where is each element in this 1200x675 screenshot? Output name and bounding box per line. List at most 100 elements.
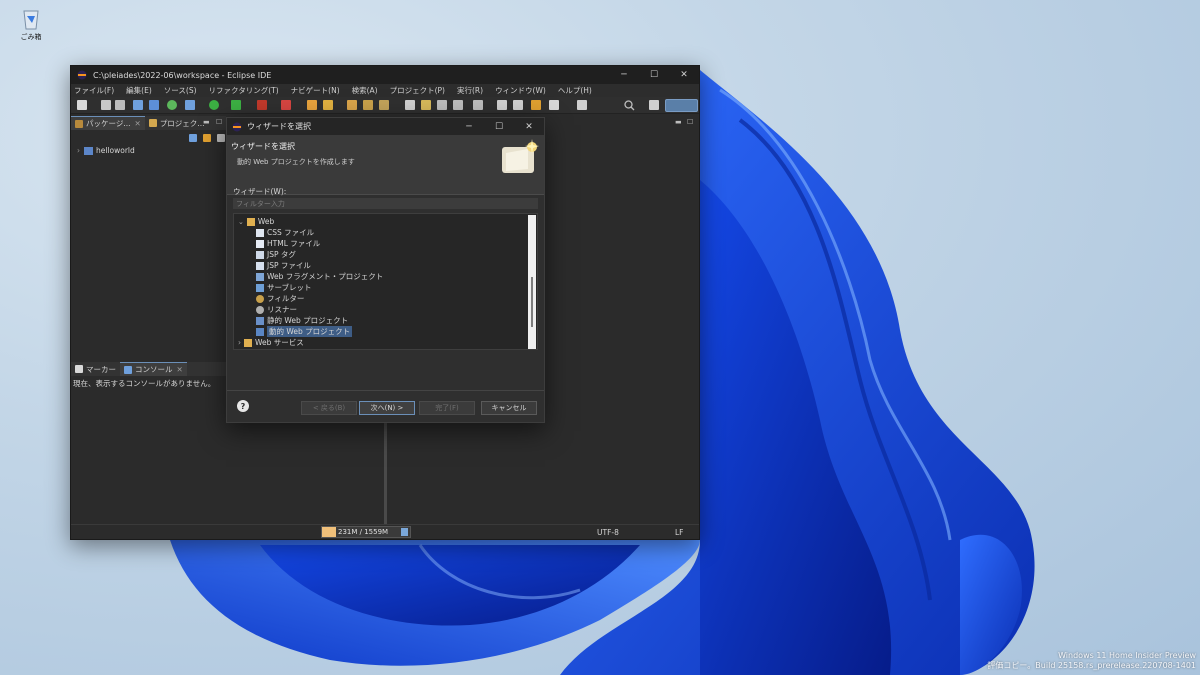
- chevron-down-icon[interactable]: ⌄: [238, 218, 244, 226]
- editor-minimize-icon[interactable]: ▬: [675, 118, 682, 126]
- chevron-right-icon[interactable]: ›: [77, 146, 80, 155]
- menu-search[interactable]: 検索(A): [352, 85, 378, 96]
- back-button[interactable]: < 戻る(B): [301, 401, 357, 415]
- heap-status[interactable]: 231M / 1559M: [321, 526, 411, 538]
- new-icon[interactable]: [77, 100, 87, 110]
- dialog-maximize-button[interactable]: ☐: [484, 118, 514, 135]
- list-item[interactable]: 静的 Web プロジェクト: [256, 315, 348, 326]
- run-icon[interactable]: [209, 100, 219, 110]
- open-perspective-icon[interactable]: [649, 100, 659, 110]
- gear-icon[interactable]: [149, 100, 159, 110]
- help-icon[interactable]: ?: [237, 400, 249, 412]
- project-name: helloworld: [96, 146, 135, 155]
- list-item-label: 静的 Web プロジェクト: [267, 316, 349, 325]
- back-arrow-icon[interactable]: [497, 100, 507, 110]
- menu-help[interactable]: ヘルプ(H): [558, 85, 592, 96]
- forward-arrow-icon[interactable]: [513, 100, 523, 110]
- chevron-right-icon[interactable]: ›: [238, 338, 241, 347]
- markers-icon: [75, 365, 83, 373]
- scrollbar-thumb[interactable]: [531, 277, 533, 327]
- list-item-label: CSS ファイル: [267, 228, 315, 237]
- terminal-icon[interactable]: [133, 100, 143, 110]
- os-watermark: Windows 11 Home Insider Preview 評価コピー。Bu…: [987, 651, 1196, 671]
- dialog-minimize-button[interactable]: ─: [454, 118, 484, 135]
- tab-project-explorer[interactable]: プロジェク...: [145, 116, 209, 130]
- view-menu-icon[interactable]: [217, 134, 225, 142]
- minimize-button[interactable]: ─: [609, 66, 639, 84]
- previous-annotation-icon[interactable]: [473, 100, 483, 110]
- filter-input[interactable]: [233, 198, 538, 209]
- new-java-project-icon[interactable]: [307, 100, 317, 110]
- menu-project[interactable]: プロジェクト(P): [390, 85, 445, 96]
- project-tree-item[interactable]: › helloworld: [77, 146, 135, 155]
- new-class-icon[interactable]: [347, 100, 357, 110]
- finish-button[interactable]: 完了(F): [419, 401, 475, 415]
- list-item[interactable]: Web フラグメント・プロジェクト: [256, 271, 383, 282]
- menu-navigate[interactable]: ナビゲート(N): [291, 85, 340, 96]
- eclipse-icon: [232, 122, 242, 131]
- menu-refactor[interactable]: リファクタリング(T): [209, 85, 279, 96]
- list-item[interactable]: JSP ファイル: [256, 260, 311, 271]
- collapse-all-icon[interactable]: [189, 134, 197, 142]
- pin-icon[interactable]: [437, 100, 447, 110]
- tree-group-label: Web: [257, 217, 275, 226]
- close-icon[interactable]: ✕: [177, 365, 183, 374]
- search-icon[interactable]: [624, 100, 635, 111]
- list-item[interactable]: CSS ファイル: [256, 227, 314, 238]
- navigate-forward-icon[interactable]: [549, 100, 559, 110]
- menu-source[interactable]: ソース(S): [164, 85, 197, 96]
- tree-scrollbar[interactable]: [528, 215, 536, 349]
- menu-edit[interactable]: 編集(E): [126, 85, 152, 96]
- recycle-bin[interactable]: ごみ箱: [14, 6, 48, 42]
- garbage-collect-icon[interactable]: [401, 528, 408, 536]
- project-explorer-icon: [148, 119, 157, 127]
- minimize-view-icon[interactable]: ▬: [203, 118, 210, 126]
- open-type-icon[interactable]: [363, 100, 373, 110]
- editor-maximize-icon[interactable]: ☐: [687, 118, 693, 126]
- maximize-view-icon[interactable]: ☐: [216, 118, 222, 126]
- close-button[interactable]: ✕: [669, 66, 699, 84]
- recycle-bin-icon: [23, 10, 39, 30]
- menu-window[interactable]: ウィンドウ(W): [495, 85, 546, 96]
- tab-package-explorer[interactable]: パッケージ... ✕: [71, 116, 145, 130]
- next-annotation-icon[interactable]: [453, 100, 463, 110]
- task-icon[interactable]: [405, 100, 415, 110]
- annotation-icon[interactable]: [421, 100, 431, 110]
- list-item[interactable]: HTML ファイル: [256, 238, 320, 249]
- list-item[interactable]: フィルター: [256, 293, 304, 304]
- save-all-icon[interactable]: [115, 100, 125, 110]
- menu-run[interactable]: 実行(R): [457, 85, 483, 96]
- list-item[interactable]: リスナー: [256, 304, 297, 315]
- cancel-button[interactable]: キャンセル: [481, 401, 537, 415]
- dialog-titlebar[interactable]: ウィザードを選択 ─ ☐ ✕: [227, 118, 544, 135]
- dialog-close-button[interactable]: ✕: [514, 118, 544, 135]
- heap-text: 231M / 1559M: [338, 528, 389, 536]
- debug-icon[interactable]: [185, 100, 195, 110]
- status-bar: 231M / 1559M UTF-8 LF: [71, 524, 699, 539]
- maximize-button[interactable]: ☐: [639, 66, 669, 84]
- external-tools-icon[interactable]: [257, 100, 267, 110]
- save-icon[interactable]: [101, 100, 111, 110]
- menu-file[interactable]: ファイル(F): [74, 85, 114, 96]
- next-button[interactable]: 次へ(N) >: [359, 401, 415, 415]
- last-edit-icon[interactable]: [531, 100, 541, 110]
- open-perspective-list-icon[interactable]: [577, 100, 587, 110]
- tree-group-web-services[interactable]: › Web サービス: [238, 337, 304, 348]
- css-file-icon: [256, 228, 264, 237]
- eclipse-titlebar[interactable]: C:\pleiades\2022-06\workspace - Eclipse …: [71, 66, 699, 84]
- coverage-icon[interactable]: [231, 100, 241, 110]
- wizard-banner-icon: [502, 139, 539, 173]
- tab-console[interactable]: コンソール ✕: [120, 362, 187, 376]
- tab-markers[interactable]: マーカー: [71, 362, 120, 376]
- close-icon[interactable]: ✕: [135, 119, 141, 128]
- new-package-icon[interactable]: [323, 100, 333, 110]
- java-ee-perspective-icon[interactable]: [665, 99, 698, 112]
- link-editor-icon[interactable]: [203, 134, 211, 142]
- list-item[interactable]: JSP タグ: [256, 249, 296, 260]
- sync-icon[interactable]: [167, 100, 177, 110]
- list-item-selected[interactable]: 動的 Web プロジェクト: [256, 326, 353, 337]
- search-tool-icon[interactable]: [379, 100, 389, 110]
- tree-group-web[interactable]: ⌄ Web: [238, 216, 274, 227]
- server-icon[interactable]: [281, 100, 291, 110]
- list-item[interactable]: サーブレット: [256, 282, 312, 293]
